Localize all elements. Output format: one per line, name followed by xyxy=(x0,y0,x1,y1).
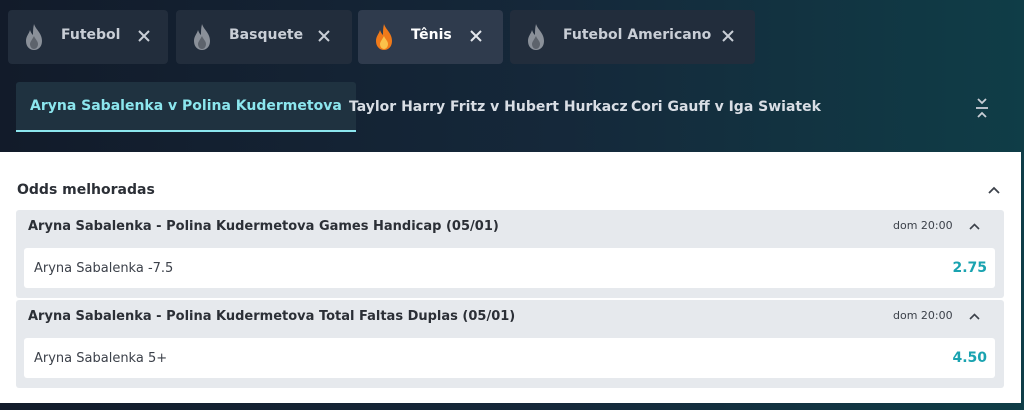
flame-icon xyxy=(194,24,210,50)
close-icon[interactable] xyxy=(137,29,151,43)
market-time: dom 20:00 xyxy=(893,219,953,232)
market-time: dom 20:00 xyxy=(893,309,953,322)
match-tab-label: Taylor Harry Fritz v Hubert Hurkacz xyxy=(349,99,628,115)
close-icon[interactable] xyxy=(721,29,735,43)
close-icon[interactable] xyxy=(469,29,483,43)
flame-icon xyxy=(26,24,42,50)
selection-row[interactable]: Aryna Sabalenka 5+ 4.50 xyxy=(24,338,995,378)
sport-tab-tenis[interactable]: Tênis xyxy=(358,10,503,64)
selection-label: Aryna Sabalenka 5+ xyxy=(34,351,168,366)
market-card: Aryna Sabalenka - Polina Kudermetova Tot… xyxy=(16,300,1004,388)
match-tab-label: Cori Gauff v Iga Swiatek xyxy=(631,99,821,115)
sport-tab-basquete[interactable]: Basquete xyxy=(176,10,352,64)
flame-icon xyxy=(528,24,544,50)
match-tab-gauff-swiatek[interactable]: Cori Gauff v Iga Swiatek xyxy=(631,82,821,132)
flame-icon xyxy=(376,24,392,50)
chevron-up-icon[interactable] xyxy=(968,220,981,233)
top-navigation: Futebol Basquete Tênis Futebol Americano… xyxy=(0,0,1024,152)
odds-panel: Odds melhoradas Aryna Sabalenka - Polina… xyxy=(0,152,1021,403)
section-title: Odds melhoradas xyxy=(17,182,155,198)
sport-tab-label: Tênis xyxy=(411,27,452,43)
sport-tab-label: Futebol Americano xyxy=(563,27,712,43)
collapse-all-icon[interactable] xyxy=(974,96,990,120)
selection-label: Aryna Sabalenka -7.5 xyxy=(34,261,174,276)
chevron-up-icon[interactable] xyxy=(987,183,1001,197)
match-tab-fritz-hurkacz[interactable]: Taylor Harry Fritz v Hubert Hurkacz xyxy=(349,82,628,132)
sport-tab-futebol-americano[interactable]: Futebol Americano xyxy=(510,10,755,64)
market-title: Aryna Sabalenka - Polina Kudermetova Tot… xyxy=(28,309,516,324)
market-card: Aryna Sabalenka - Polina Kudermetova Gam… xyxy=(16,210,1004,298)
odds-value[interactable]: 2.75 xyxy=(952,260,987,276)
sport-tab-label: Futebol xyxy=(61,27,121,43)
chevron-up-icon[interactable] xyxy=(968,310,981,323)
sport-tab-label: Basquete xyxy=(229,27,304,43)
market-title: Aryna Sabalenka - Polina Kudermetova Gam… xyxy=(28,219,499,234)
close-icon[interactable] xyxy=(317,29,331,43)
odds-value[interactable]: 4.50 xyxy=(952,350,987,366)
selection-row[interactable]: Aryna Sabalenka -7.5 2.75 xyxy=(24,248,995,288)
match-tab-label: Aryna Sabalenka v Polina Kudermetova xyxy=(30,98,342,114)
sport-tab-futebol[interactable]: Futebol xyxy=(8,10,168,64)
match-tab-sabalenka-kudermetova[interactable]: Aryna Sabalenka v Polina Kudermetova xyxy=(16,82,356,132)
